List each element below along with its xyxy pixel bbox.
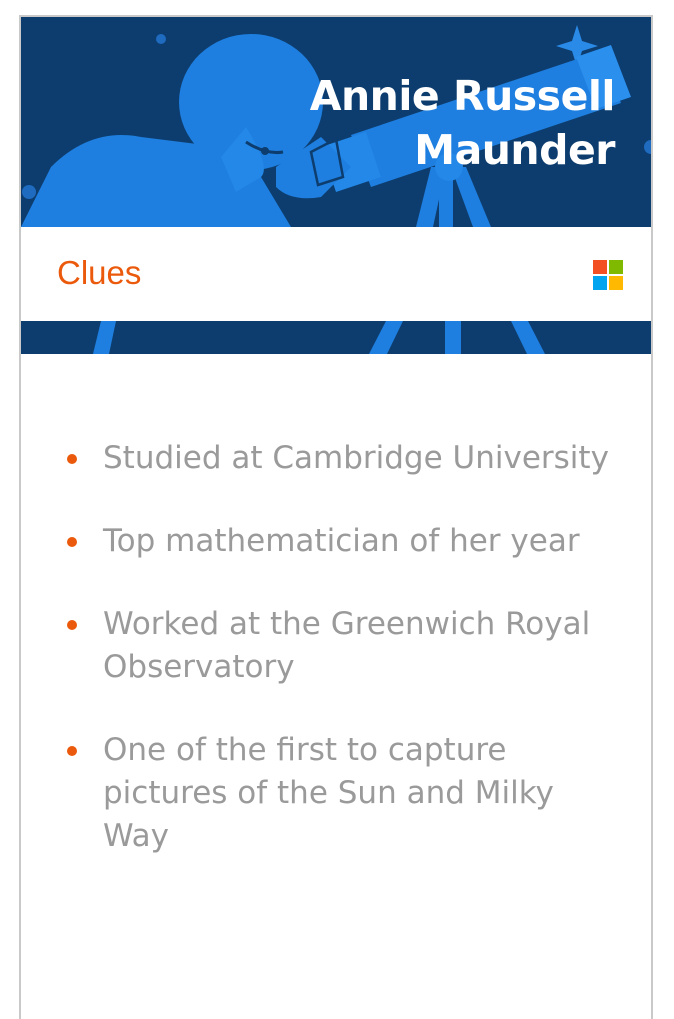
bullet-dot	[67, 620, 77, 630]
title-line-1: Annie Russell	[309, 72, 616, 120]
logo-yellow-square	[609, 276, 623, 290]
clue-text: One of the first to capture pictures of …	[103, 732, 554, 854]
clue-card: Annie Russell Maunder Clues Studied at C…	[19, 15, 653, 1019]
star-dot	[644, 140, 651, 154]
clue-text: Top mathematician of her year	[103, 523, 580, 559]
clue-item: Top mathematician of her year	[61, 520, 621, 563]
illustration-strip	[21, 321, 651, 354]
astronomer-figure	[21, 34, 351, 227]
bullet-dot	[67, 746, 77, 756]
star-dot	[22, 185, 36, 199]
logo-green-square	[609, 260, 623, 274]
bullet-dot	[67, 454, 77, 464]
tripod-legs-graphic	[93, 321, 545, 354]
bullet-dot	[67, 537, 77, 547]
clue-item: One of the first to capture pictures of …	[61, 729, 621, 858]
person-name-title: Annie Russell Maunder	[309, 69, 616, 177]
microsoft-logo-icon	[593, 260, 623, 290]
hero-banner: Annie Russell Maunder	[21, 17, 651, 227]
star-dot	[156, 34, 166, 44]
logo-blue-square	[593, 276, 607, 290]
clue-item: Worked at the Greenwich Royal Observator…	[61, 603, 621, 689]
clues-label: Clues	[57, 254, 142, 291]
clue-list: Studied at Cambridge University Top math…	[61, 437, 621, 898]
logo-red-square	[593, 260, 607, 274]
clues-header: Clues	[21, 227, 651, 321]
clue-text: Worked at the Greenwich Royal Observator…	[103, 606, 591, 685]
clue-item: Studied at Cambridge University	[61, 437, 621, 480]
title-line-2: Maunder	[414, 126, 615, 174]
clue-text: Studied at Cambridge University	[103, 440, 609, 476]
